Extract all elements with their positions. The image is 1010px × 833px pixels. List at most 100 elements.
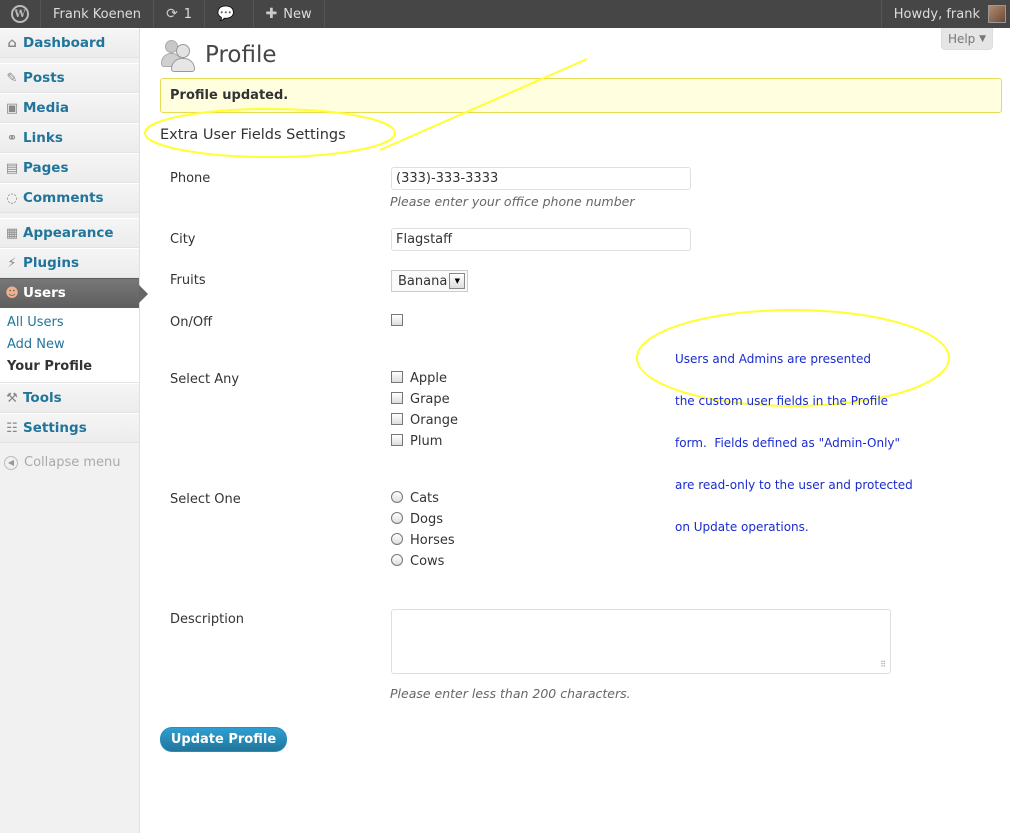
sidebar-item-tools[interactable]: ⚒ Tools (0, 383, 139, 413)
new-label: New (283, 6, 312, 22)
radio-label-horses: Horses (410, 533, 455, 548)
checkbox-label-apple: Apple (410, 371, 448, 386)
sidebar-item-label: Dashboard (23, 35, 106, 51)
page-title: Profile (205, 42, 277, 68)
fruits-selected-value: Banana (398, 273, 448, 289)
fruits-select[interactable]: Banana ▼ (391, 270, 469, 292)
sidebar-item-settings[interactable]: ☷ Settings (0, 413, 139, 443)
radio-label-cows: Cows (410, 554, 445, 569)
radio-dogs[interactable] (391, 512, 403, 524)
fruits-label: Fruits (170, 273, 206, 288)
resize-grip-icon[interactable]: ⠿ (880, 660, 886, 669)
sidebar-item-label: Pages (23, 160, 69, 176)
checkbox-apple[interactable] (391, 371, 403, 383)
settings-icon: ☷ (6, 420, 18, 436)
sidebar-item-media[interactable]: ▣ Media (0, 93, 139, 123)
sidebar-item-appearance[interactable]: ▦ Appearance (0, 218, 139, 248)
wordpress-logo-icon[interactable]: W (0, 0, 41, 28)
radio-horses[interactable] (391, 533, 403, 545)
radio-label-dogs: Dogs (410, 512, 443, 527)
checkbox-grape[interactable] (391, 392, 403, 404)
profile-updated-notice: Profile updated. (160, 78, 1002, 113)
tools-icon: ⚒ (6, 390, 18, 406)
annotation-line: on Update operations. (675, 520, 809, 534)
phone-label: Phone (170, 171, 211, 186)
select-one-label: Select One (170, 492, 241, 507)
sidebar-item-label: Appearance (23, 225, 114, 241)
city-field[interactable] (391, 228, 691, 251)
annotation-line: the custom user fields in the Profile (675, 394, 889, 408)
users-submenu: All Users Add New Your Profile (0, 308, 139, 383)
onoff-checkbox[interactable] (391, 314, 403, 326)
media-icon: ▣ (5, 100, 19, 116)
admin-bar: W Frank Koenen ⟳ 1 💬 ✚ New Howdy, frank (0, 0, 1010, 28)
checkbox-label-grape: Grape (410, 392, 450, 407)
sidebar-item-label: Plugins (23, 255, 80, 271)
sidebar-item-comments[interactable]: ◌ Comments (0, 183, 139, 213)
sidebar-item-dashboard[interactable]: ⌂ Dashboard (0, 28, 139, 58)
sidebar-item-label: Settings (23, 420, 87, 436)
new-content-menu[interactable]: ✚ New (254, 0, 325, 28)
sidebar-item-label: Tools (23, 390, 62, 406)
radio-cats[interactable] (391, 491, 403, 503)
sidebar-item-links[interactable]: ⚭ Links (0, 123, 139, 153)
section-title: Extra User Fields Settings (160, 127, 346, 143)
appearance-icon: ▦ (5, 225, 19, 241)
select-any-label: Select Any (170, 372, 240, 387)
users-icon: ☻ (5, 285, 19, 301)
dropdown-arrow-icon: ▼ (449, 273, 466, 289)
checkbox-label-orange: Orange (410, 413, 459, 428)
annotation-line: Users and Admins are presented (675, 352, 871, 366)
refresh-icon: ⟳ (166, 6, 178, 22)
updates-count: 1 (183, 6, 193, 22)
sidebar-item-label: Comments (23, 190, 104, 206)
annotation-note: Users and Admins are presented the custo… (675, 324, 913, 548)
submenu-item-all-users[interactable]: All Users (0, 312, 139, 334)
collapse-menu-button[interactable]: ◀ Collapse menu (0, 443, 139, 482)
page-header: Profile (161, 38, 277, 72)
sidebar-item-label: Links (23, 130, 63, 146)
checkbox-orange[interactable] (391, 413, 403, 425)
comment-icon: ◌ (6, 190, 18, 206)
annotation-line: are read-only to the user and protected (675, 478, 913, 492)
annotation-line: form. Fields defined as "Admin-Only" (675, 436, 901, 450)
collapse-menu-label: Collapse menu (24, 455, 121, 470)
site-name-link[interactable]: Frank Koenen (41, 0, 155, 28)
plus-icon: ✚ (265, 6, 278, 22)
phone-field[interactable] (391, 167, 691, 190)
comment-bubble-icon: 💬 (217, 6, 235, 22)
collapse-arrow-icon: ◀ (4, 455, 18, 470)
city-label: City (170, 232, 196, 247)
avatar (988, 5, 1006, 23)
description-label: Description (170, 612, 245, 627)
sidebar-item-users[interactable]: ☻ Users (0, 278, 148, 308)
admin-sidebar: ⌂ Dashboard ✎ Posts ▣ Media ⚭ Links ▤ Pages ◌… (0, 28, 148, 833)
update-profile-button[interactable]: Update Profile (160, 727, 287, 752)
pages-icon: ▤ (5, 160, 19, 176)
radio-label-cats: Cats (410, 491, 439, 506)
radio-cows[interactable] (391, 554, 403, 566)
link-icon: ⚭ (6, 130, 18, 146)
updates-link[interactable]: ⟳ 1 (154, 0, 206, 28)
comments-link[interactable]: 💬 (205, 0, 254, 28)
dashboard-icon: ⌂ (7, 35, 17, 51)
checkbox-plum[interactable] (391, 434, 403, 446)
description-hint: Please enter less than 200 characters. (390, 686, 631, 701)
sidebar-item-plugins[interactable]: ⚡ Plugins (0, 248, 139, 278)
howdy-text: Howdy, frank (893, 6, 980, 22)
sidebar-item-label: Users (23, 285, 66, 301)
users-profile-icon (161, 38, 195, 72)
submenu-item-add-new[interactable]: Add New (0, 334, 139, 356)
sidebar-item-pages[interactable]: ▤ Pages (0, 153, 139, 183)
description-textarea[interactable]: ⠿ (391, 609, 891, 674)
help-tab[interactable]: Help ▼ (941, 28, 993, 50)
phone-description: Please enter your office phone number (390, 194, 635, 209)
chevron-down-icon: ▼ (979, 33, 987, 44)
onoff-label: On/Off (170, 315, 213, 330)
my-account-menu[interactable]: Howdy, frank (880, 0, 1010, 28)
sidebar-item-label: Media (23, 100, 69, 116)
sidebar-item-posts[interactable]: ✎ Posts (0, 63, 139, 93)
submenu-item-your-profile[interactable]: Your Profile (0, 356, 139, 378)
pushpin-icon: ✎ (6, 70, 18, 86)
plugin-icon: ⚡ (7, 255, 17, 271)
